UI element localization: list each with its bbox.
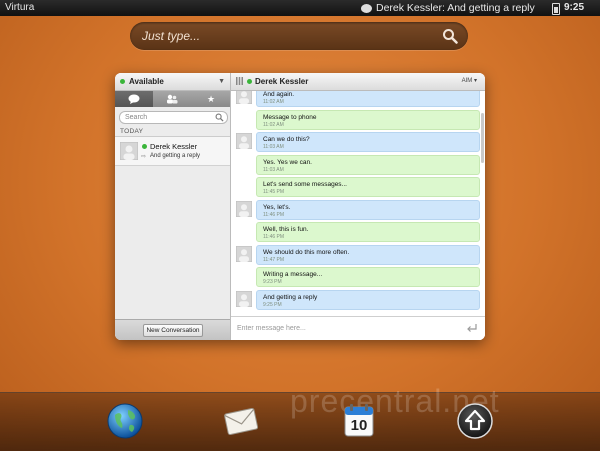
- avatar-placeholder-icon: [236, 245, 252, 262]
- messaging-card[interactable]: Available ▼ ★ Search TODAY Derek Kessler…: [115, 73, 485, 340]
- send-icon[interactable]: [467, 324, 477, 333]
- conversation-list-item[interactable]: Derek Kessler ⇨ And getting a reply: [115, 137, 230, 166]
- message-timestamp: 11:46 PM: [263, 234, 285, 240]
- message-text: Let's send some messages...: [263, 181, 347, 188]
- message-text: And getting a reply: [263, 293, 318, 301]
- message-timestamp: 9:25 PM: [263, 301, 282, 308]
- compose-input[interactable]: Enter message here...: [237, 317, 306, 340]
- outgoing-message-bubble[interactable]: Yes. Yes we can. 11:03 AM: [256, 154, 480, 175]
- message-row: Message to phone 11:02 AM: [231, 109, 485, 131]
- message-row: Writing a message... 9:23 PM: [231, 267, 485, 288]
- incoming-message-bubble[interactable]: Yes, let's. 11:46 PM: [256, 199, 480, 220]
- outgoing-message-bubble[interactable]: Writing a message... 9:23 PM: [256, 267, 480, 287]
- last-message-preview: And getting a reply: [150, 153, 201, 159]
- new-conversation-button[interactable]: New Conversation: [143, 324, 203, 337]
- online-status-dot: [142, 144, 147, 149]
- avatar-placeholder-icon: [236, 290, 252, 307]
- incoming-message-bubble[interactable]: Can we do this? 11:03 AM: [256, 132, 480, 152]
- notification[interactable]: Derek Kessler: And getting a reply: [361, 0, 535, 16]
- outgoing-message-bubble[interactable]: Let's send some messages... 11:45 PM: [256, 177, 480, 197]
- message-timestamp: 11:02 AM: [263, 99, 284, 105]
- buddy-search-input[interactable]: Search: [119, 111, 228, 124]
- status-dot: [120, 79, 125, 84]
- reply-arrow-icon: ⇨: [141, 154, 147, 160]
- message-row: Yes. Yes we can. 11:03 AM: [231, 154, 485, 176]
- incoming-message-bubble[interactable]: We should do this more often. 11:47 PM: [256, 244, 480, 265]
- message-text: Well, this is fun.: [263, 226, 309, 233]
- battery-icon[interactable]: [552, 3, 560, 15]
- message-timestamp: 11:46 PM: [263, 211, 285, 218]
- buddy-search-placeholder: Search: [125, 114, 148, 121]
- outgoing-message-bubble[interactable]: Message to phone 11:02 AM: [256, 109, 480, 130]
- outgoing-message-bubble[interactable]: Well, this is fun. 11:46 PM: [256, 222, 480, 242]
- chevron-down-icon: ▼: [218, 78, 225, 85]
- tab-favorites[interactable]: ★: [192, 91, 230, 107]
- avatar-placeholder-icon: [236, 133, 252, 149]
- online-status-dot: [247, 79, 252, 84]
- message-row: Can we do this? 11:03 AM: [231, 132, 485, 153]
- message-text: Yes. Yes we can.: [263, 158, 312, 166]
- section-header-today: TODAY: [120, 128, 144, 135]
- message-list[interactable]: And again. 11:02 AM Message to phone 11:02 …: [231, 91, 485, 316]
- conversation-pane: Derek Kessler AIM ▾ And again. 11:02 AM Me…: [231, 73, 485, 340]
- search-icon[interactable]: [442, 28, 458, 44]
- tab-buddies[interactable]: [153, 91, 191, 107]
- message-timestamp: 11:47 PM: [263, 256, 285, 263]
- scrollbar-thumb[interactable]: [481, 113, 484, 163]
- service-label: AIM: [461, 78, 473, 84]
- service-selector[interactable]: AIM ▾: [462, 73, 477, 90]
- carrier-name: Virtura: [5, 2, 35, 13]
- chat-bubble-icon: [128, 94, 140, 104]
- chat-bubble-icon: [361, 3, 372, 13]
- message-text: And again.: [263, 91, 295, 98]
- compose-area[interactable]: Enter message here...: [231, 316, 485, 340]
- status-bar: Virtura Derek Kessler: And getting a rep…: [0, 0, 600, 16]
- calendar-icon[interactable]: 10: [340, 402, 378, 440]
- availability-label: Available: [129, 77, 164, 86]
- star-icon: ★: [206, 94, 216, 104]
- tab-conversations[interactable]: [115, 91, 153, 107]
- message-row: Let's send some messages... 11:45 PM: [231, 177, 485, 198]
- clock[interactable]: 9:25: [564, 0, 584, 16]
- notification-text: Derek Kessler: And getting a reply: [376, 2, 535, 14]
- conversation-contact-name: Derek Kessler: [255, 77, 309, 86]
- incoming-message-bubble[interactable]: And getting a reply 9:25 PM: [256, 289, 480, 310]
- search-icon: [215, 113, 224, 122]
- message-timestamp: 11:03 AM: [263, 144, 284, 150]
- message-timestamp: 11:45 PM: [263, 189, 285, 195]
- globe-icon[interactable]: [106, 402, 144, 440]
- message-timestamp: 9:23 PM: [263, 279, 282, 285]
- conversation-header: Derek Kessler AIM ▾: [231, 73, 485, 91]
- buddy-list-footer: New Conversation: [115, 319, 230, 340]
- message-row: And getting a reply 9:25 PM: [231, 289, 485, 311]
- contact-name: Derek Kessler: [150, 142, 198, 151]
- search-placeholder: Just type...: [142, 29, 201, 43]
- message-text: Yes, let's.: [263, 203, 291, 211]
- message-text: We should do this more often.: [263, 248, 350, 256]
- message-timestamp: 11:03 AM: [263, 166, 284, 173]
- message-text: Writing a message...: [263, 271, 323, 278]
- email-icon[interactable]: [222, 402, 260, 440]
- message-row: And again. 11:02 AM: [231, 91, 485, 108]
- message-text: Can we do this?: [263, 136, 310, 143]
- message-row: Well, this is fun. 11:46 PM: [231, 222, 485, 243]
- view-tabs: ★: [115, 91, 230, 107]
- message-timestamp: 11:02 AM: [263, 121, 284, 128]
- people-icon: [167, 94, 178, 104]
- availability-selector[interactable]: Available ▼: [115, 73, 230, 91]
- launcher-icon[interactable]: [456, 402, 494, 440]
- buddy-list-pane: Available ▼ ★ Search TODAY Derek Kessler…: [115, 73, 231, 340]
- avatar-placeholder-icon: [236, 200, 252, 217]
- avatar-placeholder-icon: [236, 91, 252, 104]
- message-row: We should do this more often. 11:47 PM: [231, 244, 485, 266]
- message-text: Message to phone: [263, 113, 317, 121]
- universal-search-bar[interactable]: Just type...: [130, 22, 468, 50]
- incoming-message-bubble[interactable]: And again. 11:02 AM: [256, 91, 480, 107]
- avatar-placeholder-icon: [120, 142, 138, 160]
- calendar-day: 10: [350, 417, 368, 434]
- message-row: Yes, let's. 11:46 PM: [231, 199, 485, 221]
- drag-handle-icon[interactable]: [236, 77, 243, 85]
